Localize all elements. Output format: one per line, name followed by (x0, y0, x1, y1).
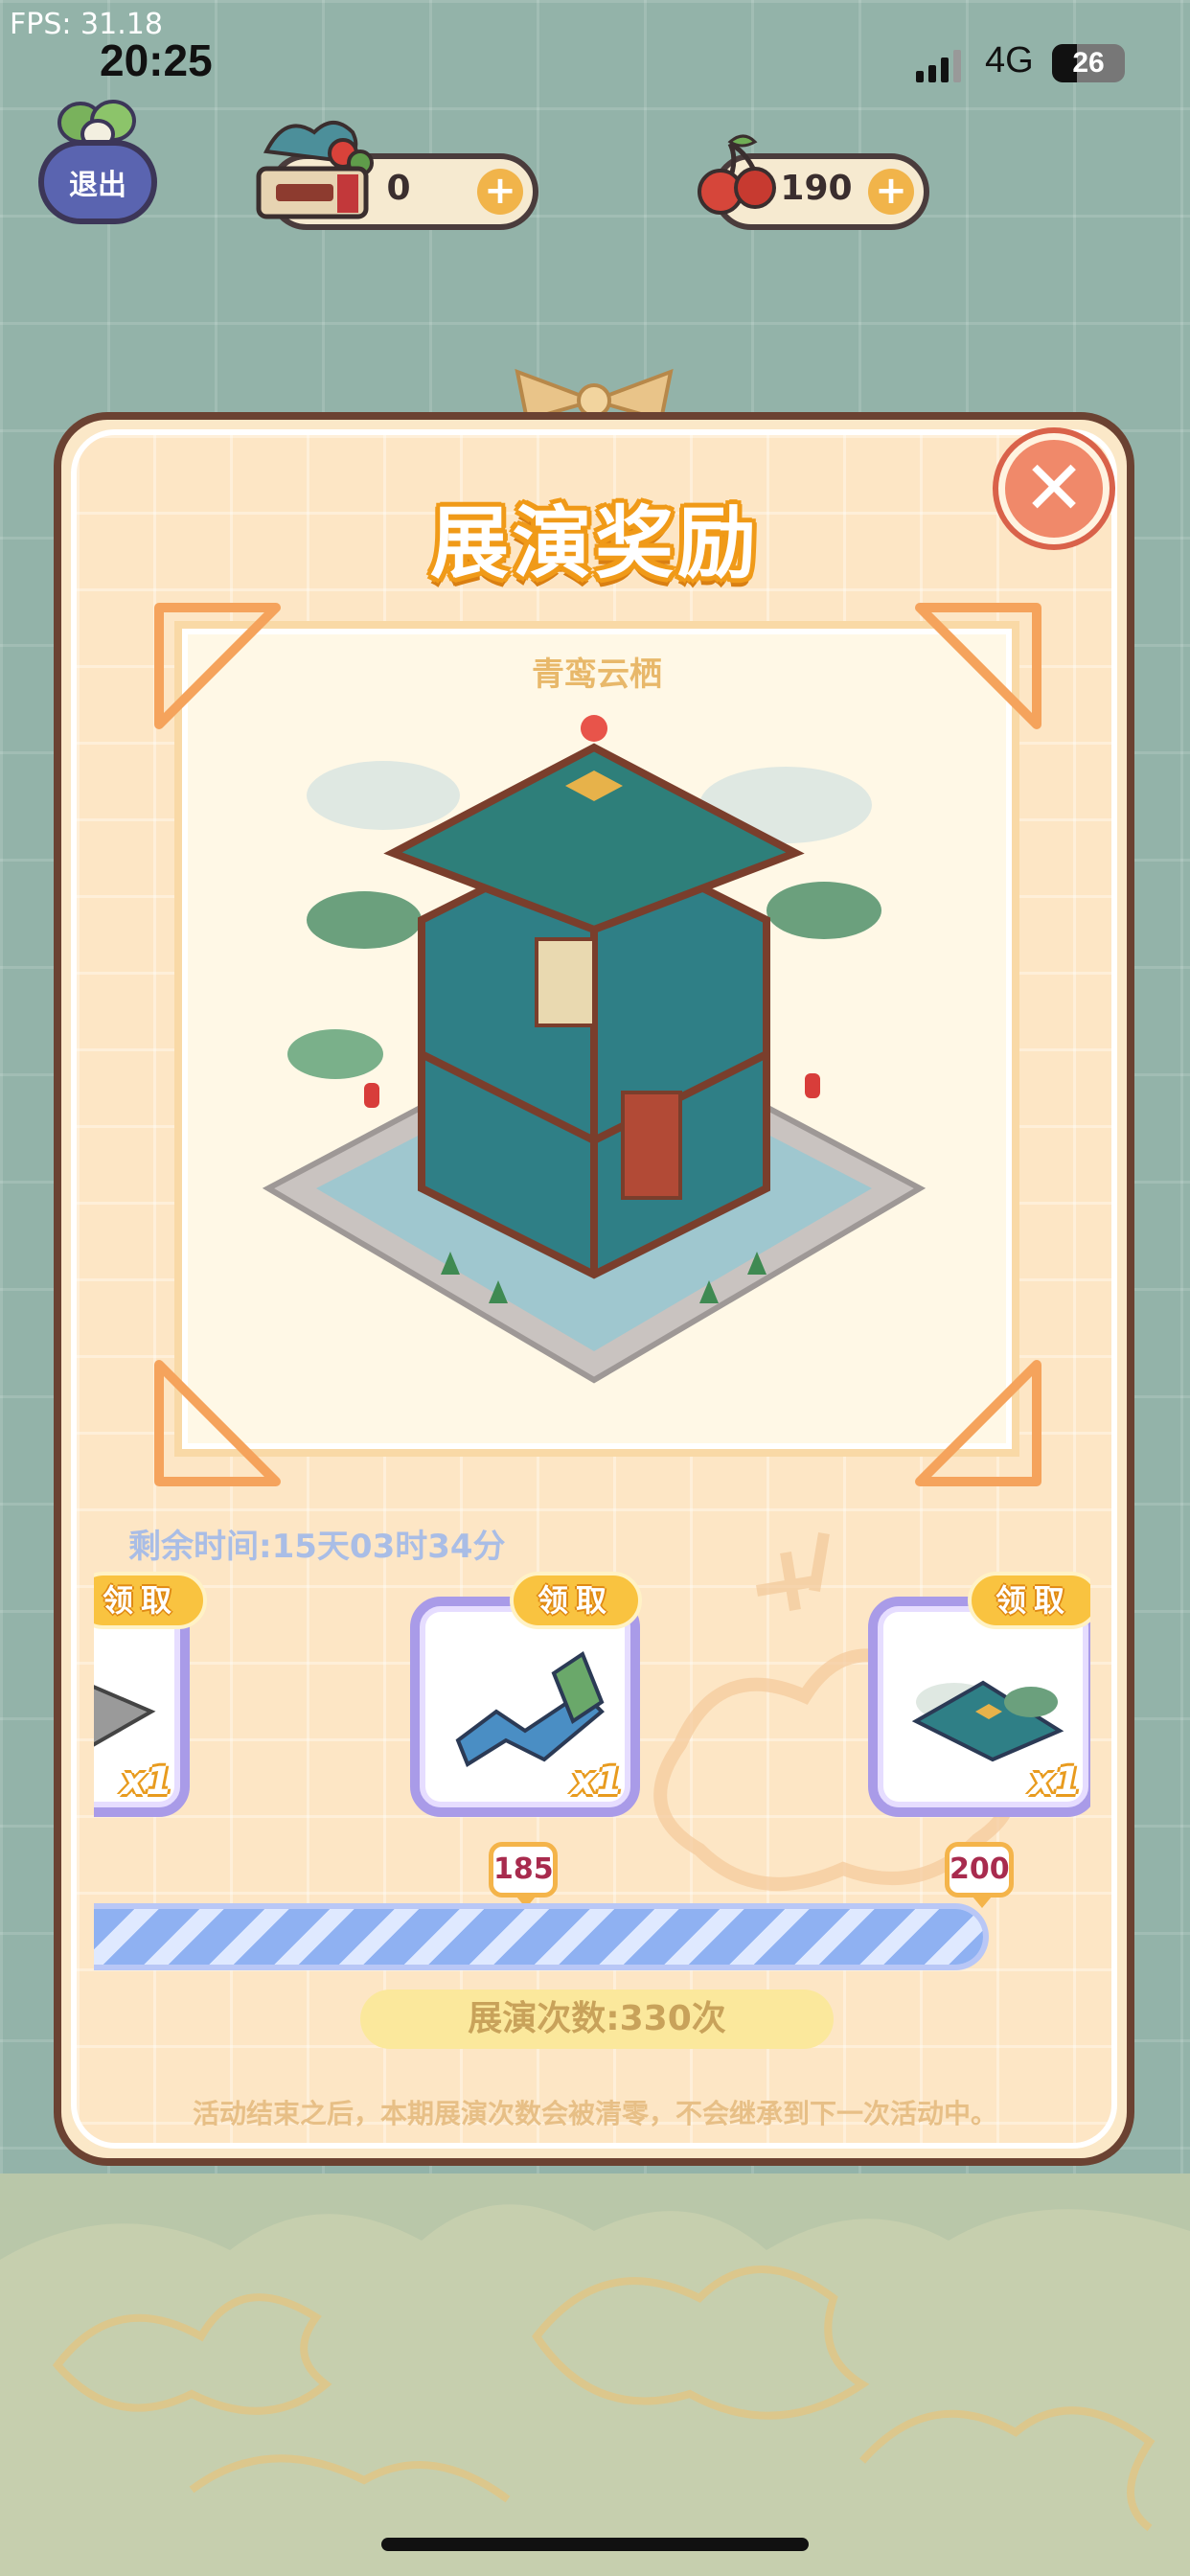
close-button[interactable]: ✕ (998, 433, 1110, 544)
add-ticket-button[interactable]: + (477, 169, 523, 215)
claim-button[interactable]: 领取 (94, 1572, 207, 1629)
ticket-bundle-icon (256, 121, 374, 219)
cherry-count: 190 (780, 169, 853, 208)
home-indicator[interactable] (381, 2538, 809, 2551)
building-illustration (262, 715, 927, 1384)
battery-level: 26 (1072, 47, 1105, 79)
claim-button[interactable]: 领取 (510, 1572, 642, 1629)
performance-count: 展演次数:330次 (360, 1990, 834, 2049)
reward-card: x1 (868, 1597, 1090, 1817)
cherry-icon (698, 134, 776, 215)
status-time: 20:25 (100, 35, 213, 85)
claim-button[interactable]: 领取 (968, 1572, 1090, 1629)
notice-text: 活动结束之后，本期展演次数会被清零，不会继承到下一次活动中。 (192, 2098, 997, 2129)
panel-title: 展演奖励 (429, 498, 760, 589)
exit-label: 退出 (69, 169, 126, 202)
exit-pad: 退出 (38, 140, 157, 224)
battery-icon: 26 (1052, 44, 1125, 82)
signal-icon (916, 50, 961, 82)
exit-button[interactable]: 退出 (34, 96, 161, 228)
close-icon: ✕ (1022, 446, 1086, 532)
add-cherry-button[interactable]: + (868, 169, 914, 215)
progress-bar (94, 1903, 989, 1970)
reward-card: x1 (410, 1597, 640, 1817)
waterfall-rock-icon (455, 1650, 605, 1767)
progress-fill (94, 1909, 983, 1965)
remaining-time: 剩余时间:15天03时34分 (128, 1528, 506, 1566)
milestone-185: 185 (489, 1842, 558, 1908)
reward-count: x1 (1029, 1760, 1081, 1804)
reward-card: x1 (94, 1597, 190, 1817)
network-type: 4G (985, 40, 1034, 80)
building-name: 青鸾云栖 (532, 656, 662, 694)
reward-count: x1 (121, 1760, 172, 1804)
milestone-200: 200 (945, 1842, 1014, 1908)
floor-tile-icon (94, 1685, 156, 1747)
background-clouds (0, 2174, 1190, 2576)
green-roof-icon (911, 1680, 1064, 1762)
reward-count: x1 (571, 1760, 623, 1804)
